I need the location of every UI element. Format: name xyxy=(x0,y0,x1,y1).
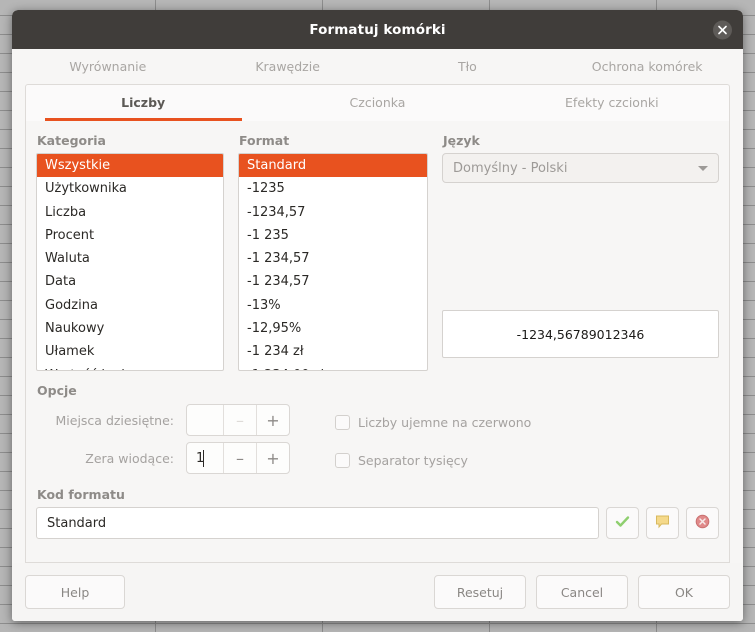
negative-red-checkbox[interactable] xyxy=(335,414,350,430)
decimal-places-stepper[interactable]: – + xyxy=(186,404,290,436)
category-list-item[interactable]: Naukowy xyxy=(37,317,223,340)
tab-tlo[interactable]: Tło xyxy=(378,49,558,84)
footer-actions: Resetuj Cancel OK xyxy=(434,575,730,609)
close-icon[interactable] xyxy=(713,20,732,39)
leading-zeroes-minus-button[interactable]: – xyxy=(223,443,256,473)
tab-ochrona-komorek[interactable]: Ochrona komórek xyxy=(557,49,737,84)
format-list-item[interactable]: -1 234,00 zł xyxy=(239,364,427,370)
remove-icon xyxy=(694,513,711,534)
tab-efekty-czcionki[interactable]: Efekty czcionki xyxy=(495,85,729,121)
tab-krawedzie[interactable]: Krawędzie xyxy=(198,49,378,84)
decimal-places-row: Miejsca dziesiętne: – + xyxy=(36,403,311,437)
options-checkboxes: Liczby ujemne na czerwono Separator tysi… xyxy=(311,403,719,483)
tab-liczby[interactable]: Liczby xyxy=(26,85,260,121)
thousands-separator-checkbox-row[interactable]: Separator tysięcy xyxy=(335,445,719,475)
help-button[interactable]: Help xyxy=(25,575,125,609)
options-grid: Miejsca dziesiętne: – + Zera wiodące: 1 … xyxy=(36,403,719,483)
cancel-button[interactable]: Cancel xyxy=(536,575,628,609)
category-list-item[interactable]: Wartość logiczna xyxy=(37,364,223,370)
category-list-item[interactable]: Godzina xyxy=(37,294,223,317)
decimal-places-value[interactable] xyxy=(187,405,223,435)
format-preview-value: -1234,56789012346 xyxy=(516,326,645,342)
options-label: Opcje xyxy=(37,383,77,398)
category-list-item[interactable]: Waluta xyxy=(37,247,223,270)
leading-zeroes-row: Zera wiodące: 1 – + xyxy=(36,441,311,475)
decimal-places-plus-button[interactable]: + xyxy=(256,405,289,435)
format-list-item[interactable]: -12,95% xyxy=(239,317,427,340)
thousands-separator-checkbox[interactable] xyxy=(335,452,350,468)
format-list-item[interactable]: -13% xyxy=(239,294,427,317)
edit-comment-button[interactable] xyxy=(646,507,679,539)
tab-row-secondary: Wyrównanie Krawędzie Tło Ochrona komórek xyxy=(12,49,743,84)
dialog-titlebar: Formatuj komórki xyxy=(12,10,743,49)
negative-red-checkbox-row[interactable]: Liczby ujemne na czerwono xyxy=(335,407,719,437)
category-list-item[interactable]: Użytkownika xyxy=(37,177,223,200)
format-column: Format Standard -1235 -1234,57 -1 235 -1 234… xyxy=(238,133,428,371)
category-list-item[interactable]: Wszystkie xyxy=(37,154,223,178)
format-list-item[interactable]: -1 235 xyxy=(239,224,427,247)
category-list-item[interactable]: Liczba xyxy=(37,201,223,224)
tab-row-primary: Liczby Czcionka Efekty czcionki xyxy=(25,84,730,121)
tab-czcionka[interactable]: Czcionka xyxy=(260,85,494,121)
dialog-title: Formatuj komórki xyxy=(309,21,446,38)
format-list-item[interactable]: -1 234 zł xyxy=(239,340,427,363)
numbers-tab-page: Kategoria Wszystkie Użytkownika Liczba Proc… xyxy=(25,121,730,563)
format-list-item[interactable]: -1 234,57 xyxy=(239,270,427,293)
check-icon xyxy=(614,513,631,534)
decimal-places-minus-button[interactable]: – xyxy=(223,405,256,435)
reset-button[interactable]: Resetuj xyxy=(434,575,526,609)
category-list-item[interactable]: Ułamek xyxy=(37,340,223,363)
ok-button[interactable]: OK xyxy=(638,575,730,609)
category-label: Kategoria xyxy=(37,133,106,148)
leading-zeroes-label: Zera wiodące: xyxy=(85,450,174,466)
category-column: Kategoria Wszystkie Użytkownika Liczba Proc… xyxy=(36,133,224,371)
category-listbox[interactable]: Wszystkie Użytkownika Liczba Procent Waluta D… xyxy=(36,153,224,371)
leading-zeroes-stepper[interactable]: 1 – + xyxy=(186,442,290,474)
format-list-item[interactable]: -1 234,57 xyxy=(239,247,427,270)
format-code-input[interactable]: Standard xyxy=(36,507,599,539)
language-label: Język xyxy=(443,133,480,148)
format-list-item[interactable]: Standard xyxy=(239,154,427,178)
dialog-body: Wyrównanie Krawędzie Tło Ochrona komórek… xyxy=(12,49,743,563)
format-listbox[interactable]: Standard -1235 -1234,57 -1 235 -1 234,57 -1 2… xyxy=(238,153,428,371)
format-cells-dialog: Formatuj komórki Wyrównanie Krawędzie Tł… xyxy=(12,10,743,621)
options-spinners: Miejsca dziesiętne: – + Zera wiodące: 1 … xyxy=(36,403,311,479)
language-select[interactable]: Domyślny - Polski xyxy=(442,153,719,183)
leading-zeroes-plus-button[interactable]: + xyxy=(256,443,289,473)
format-list-item[interactable]: -1234,57 xyxy=(239,201,427,224)
negative-red-label: Liczby ujemne na czerwono xyxy=(358,414,532,430)
format-preview: -1234,56789012346 xyxy=(442,310,719,358)
category-list-item[interactable]: Data xyxy=(37,270,223,293)
lists-row: Kategoria Wszystkie Użytkownika Liczba Proc… xyxy=(36,133,719,371)
dialog-footer: Help Resetuj Cancel OK xyxy=(12,563,743,621)
add-format-button[interactable] xyxy=(606,507,639,539)
format-label: Format xyxy=(239,133,290,148)
language-column: Język Domyślny - Polski -1234,5678901234… xyxy=(442,133,719,358)
language-selected-value: Domyślny - Polski xyxy=(453,160,568,176)
format-code-row: Standard xyxy=(36,507,719,539)
leading-zeroes-value[interactable]: 1 xyxy=(187,443,223,473)
thousands-separator-label: Separator tysięcy xyxy=(358,452,468,468)
comment-icon xyxy=(654,513,671,534)
format-list-item[interactable]: -1235 xyxy=(239,177,427,200)
tab-wyrownanie[interactable]: Wyrównanie xyxy=(18,49,198,84)
category-list-item[interactable]: Procent xyxy=(37,224,223,247)
chevron-down-icon xyxy=(698,165,708,171)
decimal-places-label: Miejsca dziesiętne: xyxy=(55,412,175,428)
format-code-label: Kod formatu xyxy=(37,487,125,502)
remove-format-button[interactable] xyxy=(686,507,719,539)
